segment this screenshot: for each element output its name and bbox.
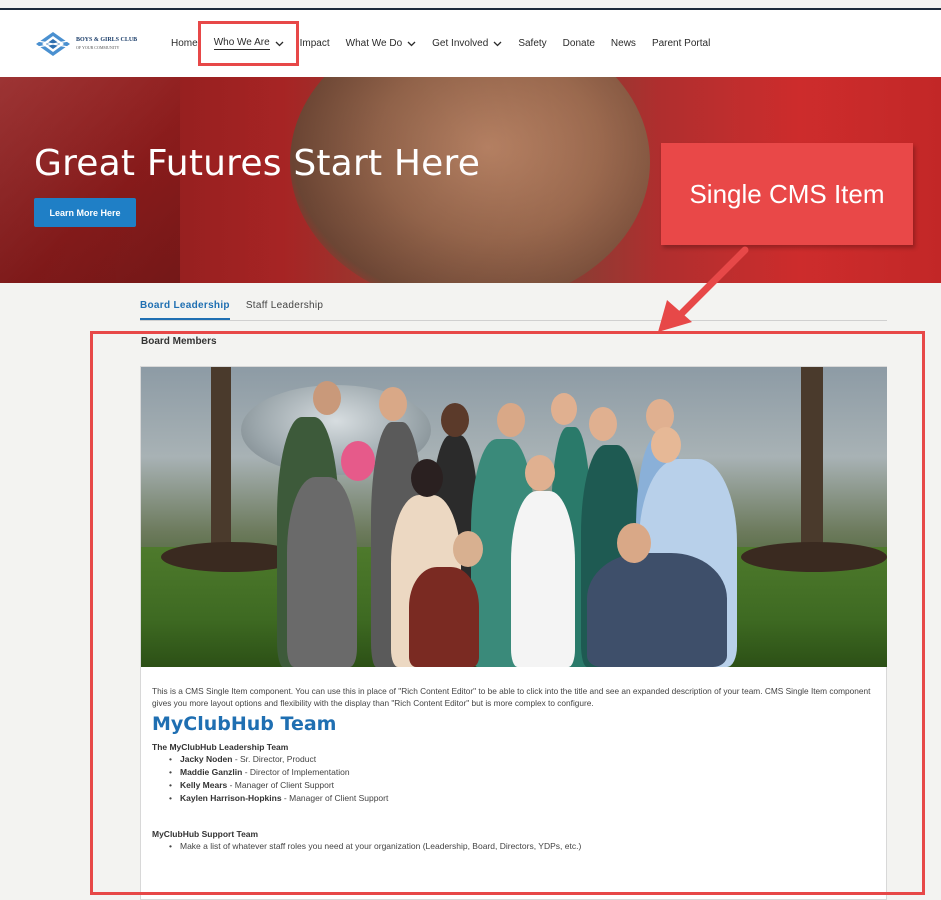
page: BOYS & GIRLS CLUB OF YOUR COMMUNITY Home… <box>0 0 941 900</box>
tab-staff-leadership[interactable]: Staff Leadership <box>246 295 323 320</box>
nav-item-news[interactable]: News <box>611 38 636 49</box>
logo-title: BOYS & GIRLS CLUB <box>76 37 138 43</box>
nav-highlight-box <box>198 21 299 66</box>
nav-label: What We Do <box>345 38 403 49</box>
nav-label: Home <box>171 38 198 49</box>
nav-item-get-involved[interactable]: Get Involved <box>432 38 502 49</box>
nav-label: Donate <box>562 38 595 49</box>
tab-board-leadership[interactable]: Board Leadership <box>140 295 230 320</box>
nav-item-safety[interactable]: Safety <box>518 38 546 49</box>
logo-icon <box>36 32 70 56</box>
nav-label: Parent Portal <box>651 38 711 49</box>
chevron-down-icon <box>493 39 502 49</box>
leadership-tabs: Board Leadership Staff Leadership <box>140 295 887 321</box>
logo-subtitle: OF YOUR COMMUNITY <box>76 45 120 50</box>
nav-label: Impact <box>299 38 330 49</box>
nav-item-parent-portal[interactable]: Parent Portal <box>652 38 710 49</box>
nav-label: Safety <box>518 38 547 49</box>
nav-item-donate[interactable]: Donate <box>563 38 595 49</box>
annotation-callout: Single CMS Item <box>661 143 913 245</box>
nav-item-what-we-do[interactable]: What We Do <box>346 38 417 49</box>
cms-highlight-box <box>90 331 925 895</box>
site-header: BOYS & GIRLS CLUB OF YOUR COMMUNITY Home… <box>0 10 941 77</box>
hero-title: Great Futures Start Here <box>34 143 481 184</box>
logo-text: BOYS & GIRLS CLUB OF YOUR COMMUNITY <box>76 37 144 51</box>
site-logo[interactable]: BOYS & GIRLS CLUB OF YOUR COMMUNITY <box>34 30 144 58</box>
nav-item-home[interactable]: Home <box>171 38 198 49</box>
learn-more-button[interactable]: Learn More Here <box>34 198 136 227</box>
chevron-down-icon <box>407 39 416 49</box>
nav-item-impact[interactable]: Impact <box>300 38 330 49</box>
nav-label: News <box>610 38 636 49</box>
nav-label: Get Involved <box>432 38 489 49</box>
